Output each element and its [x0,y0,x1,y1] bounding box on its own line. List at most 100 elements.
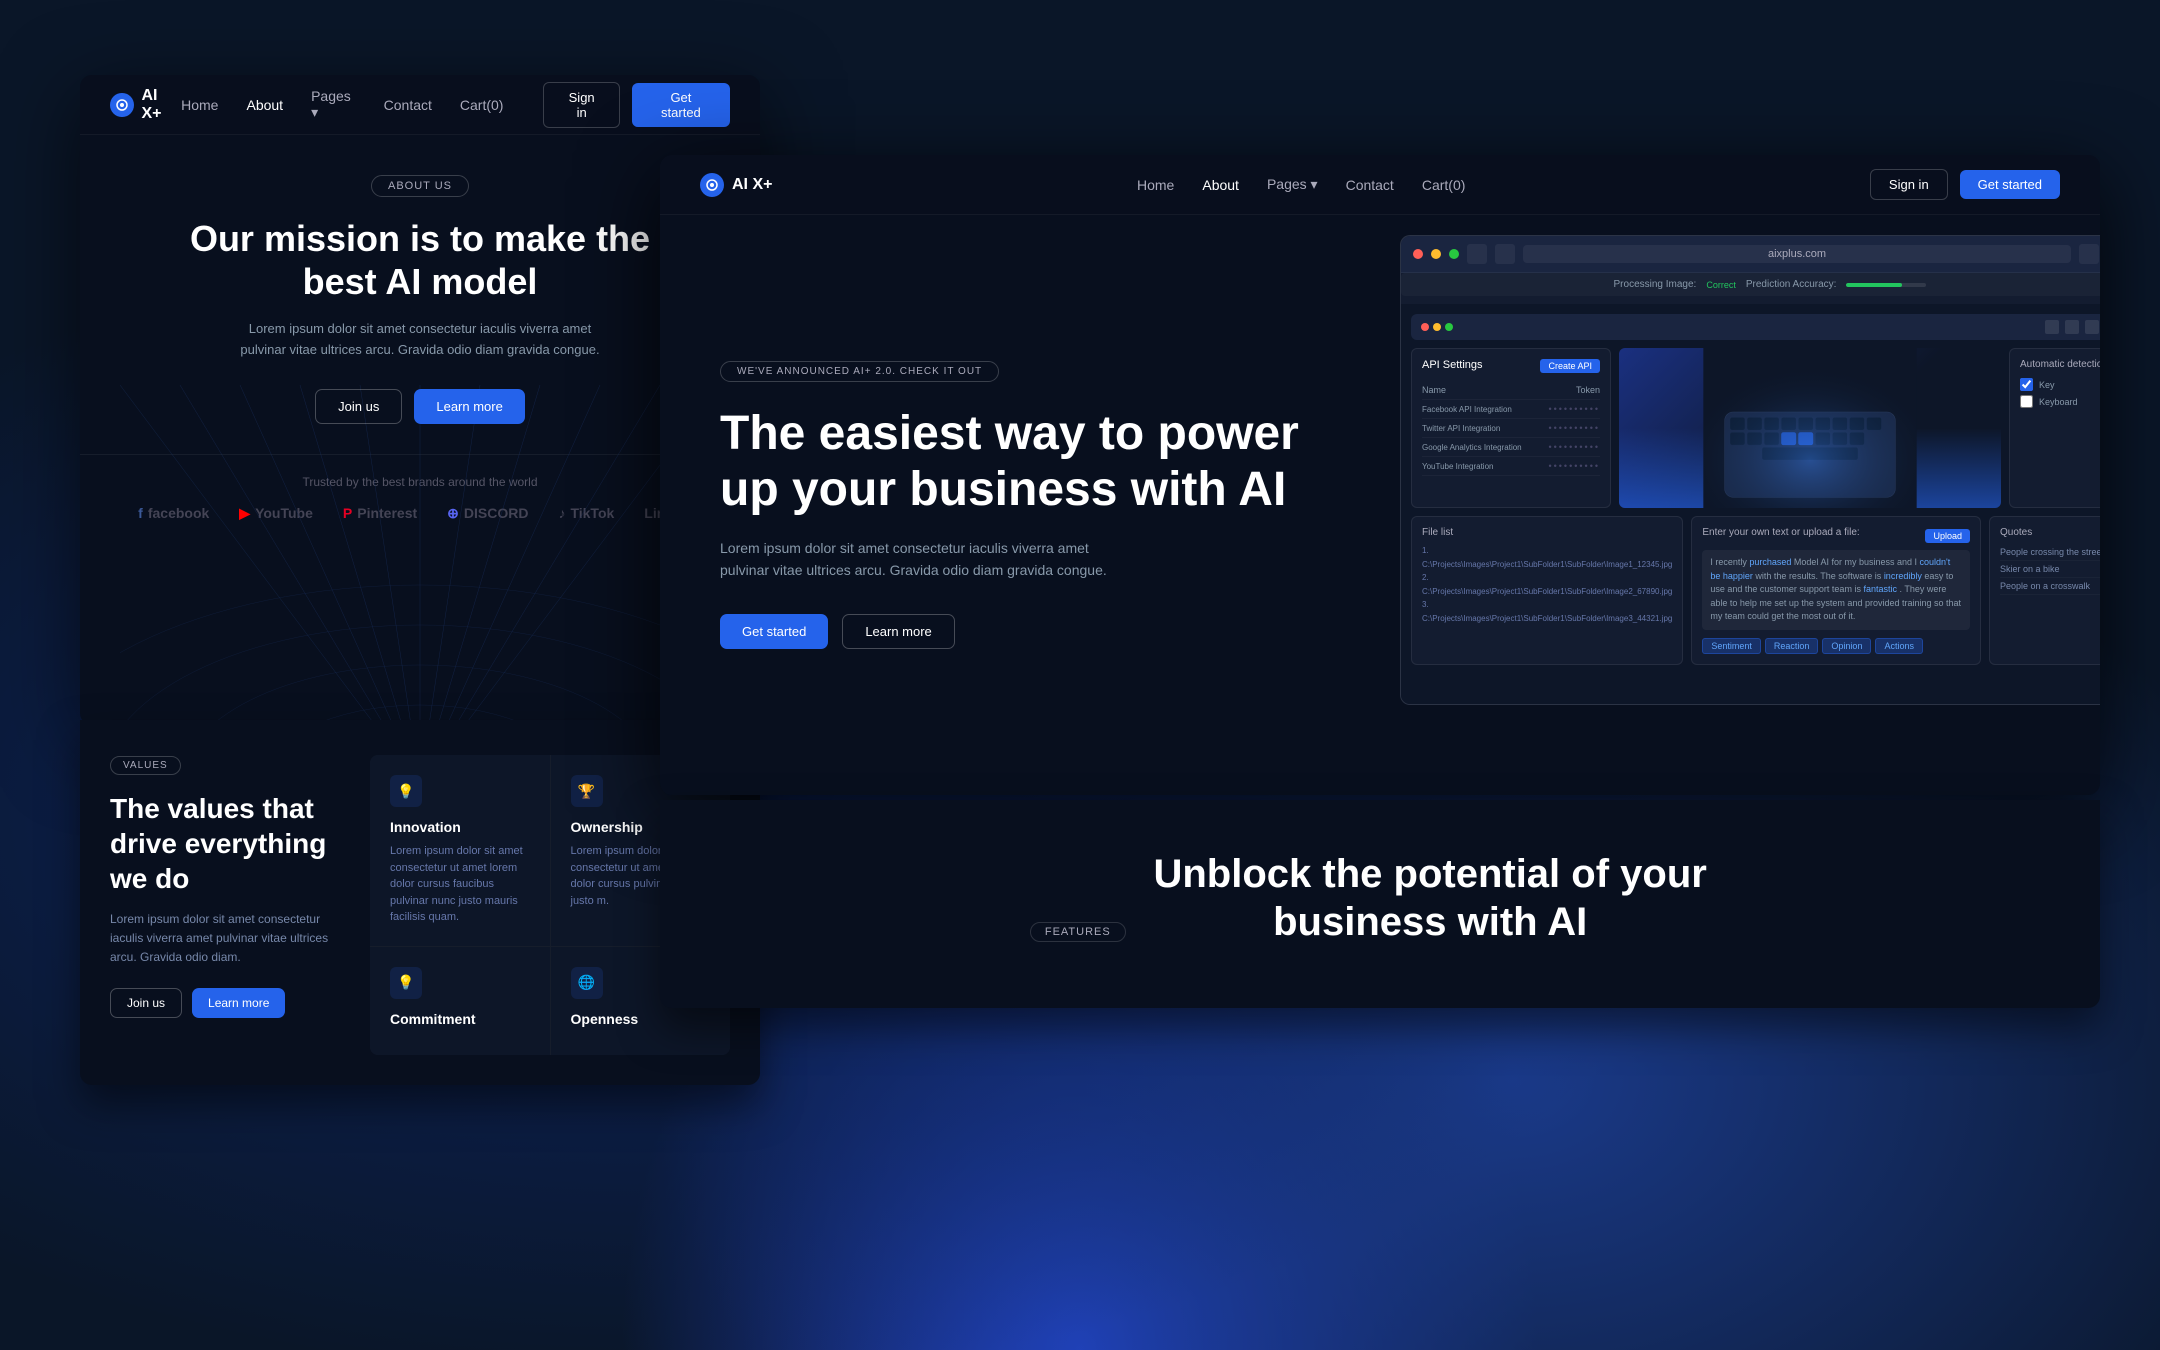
browser-dot-red [1413,249,1423,259]
nav-home-right[interactable]: Home [1137,177,1174,193]
values-inner: VALUES The values that drive everything … [110,755,730,1055]
values-join-btn[interactable]: Join us [110,988,182,1018]
highlight-fantastic: fantastic [1863,584,1897,594]
actions-btn[interactable]: Actions [1875,638,1923,654]
getstarted-btn-right[interactable]: Get started [1960,170,2060,199]
right-hero-buttons: Get started Learn more [720,614,1320,649]
nav-contact-right[interactable]: Contact [1346,177,1394,193]
api-dots-1: •••••••••• [1548,423,1600,433]
api-dots-3: •••••••••• [1548,461,1600,471]
reaction-btn[interactable]: Reaction [1765,638,1819,654]
nav-right: AI X+ Home About Pages ▾ Contact Cart(0)… [660,155,2100,215]
detection-keyboard-checkbox[interactable] [2020,395,2033,408]
main-panels-row: API Settings Create API Name Token Faceb… [1411,348,2100,508]
nav-pages-right[interactable]: Pages ▾ [1267,176,1318,193]
learn-more-hero-btn[interactable]: Learn more [842,614,954,649]
signin-btn-left[interactable]: Sign in [543,82,619,128]
upload-btn[interactable]: Upload [1925,529,1970,543]
detection-option-key[interactable]: Key [2020,378,2100,391]
features-badge: FEATURES [1030,922,1126,942]
learn-more-btn-left[interactable]: Learn more [414,389,524,424]
opinion-btn[interactable]: Opinion [1822,638,1871,654]
file-list-items: 1. C:\Projects\Images\Project1\SubFolder… [1422,544,1672,626]
keyboard-image [1619,348,2001,508]
detection-key-checkbox[interactable] [2020,378,2033,391]
accuracy-progress-track [1846,283,1926,287]
values-text: VALUES The values that drive everything … [110,755,350,1055]
processing-status: Correct [1706,280,1736,290]
innovation-desc: Lorem ipsum dolor sit amet consectetur u… [390,843,530,926]
join-us-btn-left[interactable]: Join us [315,389,402,424]
values-desc: Lorem ipsum dolor sit amet consectetur i… [110,910,350,968]
nav-actions-right: Sign in Get started [1870,169,2060,200]
browser-fwd-btn[interactable] [1495,244,1515,264]
inner-ctrl-1[interactable] [2045,320,2059,334]
nav-about-left[interactable]: About [246,97,283,113]
file-list-title: File list [1422,527,1672,538]
values-learn-btn[interactable]: Learn more [192,988,285,1018]
text-analysis-panel: Enter your own text or upload a file: Up… [1691,516,1981,665]
accuracy-progress-fill [1846,283,1902,287]
api-panel-title: API Settings Create API [1422,359,1600,373]
file-item-1: 1. C:\Projects\Images\Project1\SubFolder… [1422,544,1672,571]
left-hero-title: Our mission is to make the best AI model [170,217,670,303]
detection-option-keyboard[interactable]: Keyboard [2020,395,2100,408]
left-hero-desc: Lorem ipsum dolor sit amet consectetur i… [230,319,610,361]
inner-ctrl-3[interactable] [2085,320,2099,334]
logo-left[interactable]: AI X+ [110,87,181,123]
browser-mockup-container: aixplus.com Processing Image: Correct Pr… [1380,215,2100,795]
analysis-row: File list 1. C:\Projects\Images\Project1… [1411,516,2100,665]
highlight-incredibly: incredibly [1884,571,1922,581]
api-row-twitter: Twitter API Integration •••••••••• [1422,419,1600,438]
right-hero-desc: Lorem ipsum dolor sit amet consectetur i… [720,537,1140,582]
openness-title: Openness [571,1011,711,1027]
sentiment-btn[interactable]: Sentiment [1702,638,1761,654]
nav-pages-left[interactable]: Pages ▾ [311,88,356,121]
right-main-content: WE'VE ANNOUNCED AI+ 2.0. CHECK IT OUT Th… [660,215,2100,795]
values-card-commitment: 💡 Commitment [370,947,550,1055]
getstarted-hero-btn[interactable]: Get started [720,614,828,649]
nav-contact-left[interactable]: Contact [384,97,432,113]
file-item-2: 2. C:\Projects\Images\Project1\SubFolder… [1422,571,1672,598]
logo-right[interactable]: AI X+ [700,173,772,197]
browser-bar: aixplus.com [1401,236,2100,273]
innovation-icon: 💡 [390,775,422,807]
nav-left: AI X+ Home About Pages ▾ Contact Cart(0)… [80,75,760,135]
inner-dot-y [1433,323,1441,331]
browser-outer: aixplus.com Processing Image: Correct Pr… [1400,235,2100,705]
nav-cart-left[interactable]: Cart(0) [460,97,504,113]
radial-grid-svg [120,385,720,725]
inner-dot-r [1421,323,1429,331]
text-panel-header: Enter your own text or upload a file: Up… [1702,527,1970,544]
values-card-innovation: 💡 Innovation Lorem ipsum dolor sit amet … [370,755,550,946]
innovation-title: Innovation [390,819,530,835]
nav-about-right[interactable]: About [1202,177,1239,193]
right-hero-section: WE'VE ANNOUNCED AI+ 2.0. CHECK IT OUT Th… [660,215,1380,795]
commitment-title: Commitment [390,1011,530,1027]
browser-back-btn[interactable] [1467,244,1487,264]
inner-ctrl-2[interactable] [2065,320,2079,334]
api-row-youtube: YouTube Integration •••••••••• [1422,457,1600,476]
browser-url-bar[interactable]: aixplus.com [1523,245,2071,263]
nav-cart-right[interactable]: Cart(0) [1422,177,1466,193]
processing-label: Processing Image: [1614,279,1697,290]
quotes-panel: Quotes People crossing the stree Skier o… [1989,516,2100,665]
detection-options: Key Keyboard [2020,378,2100,408]
browser-refresh-btn[interactable] [2079,244,2099,264]
getstarted-btn-left[interactable]: Get started [632,83,730,127]
api-settings-panel: API Settings Create API Name Token Faceb… [1411,348,1611,508]
inner-browser-bar [1411,314,2100,340]
commitment-icon: 💡 [390,967,422,999]
nav-links-left: Home About Pages ▾ Contact Cart(0) [181,88,503,121]
about-badge: ABOUT US [371,175,469,197]
text-input-area[interactable]: I recently purchased Model AI for my bus… [1702,550,1970,630]
signin-btn-right[interactable]: Sign in [1870,169,1948,200]
processing-bar: Processing Image: Correct Prediction Acc… [1401,273,2100,296]
browser-dot-yellow [1431,249,1441,259]
logo-icon-left [110,93,134,117]
create-api-btn[interactable]: Create API [1540,359,1600,373]
quote-3: People on a crosswalk [2000,578,2100,595]
left-hero-section: ABOUT US Our mission is to make the best… [80,135,760,424]
api-dots-0: •••••••••• [1548,404,1600,414]
nav-home-left[interactable]: Home [181,97,218,113]
